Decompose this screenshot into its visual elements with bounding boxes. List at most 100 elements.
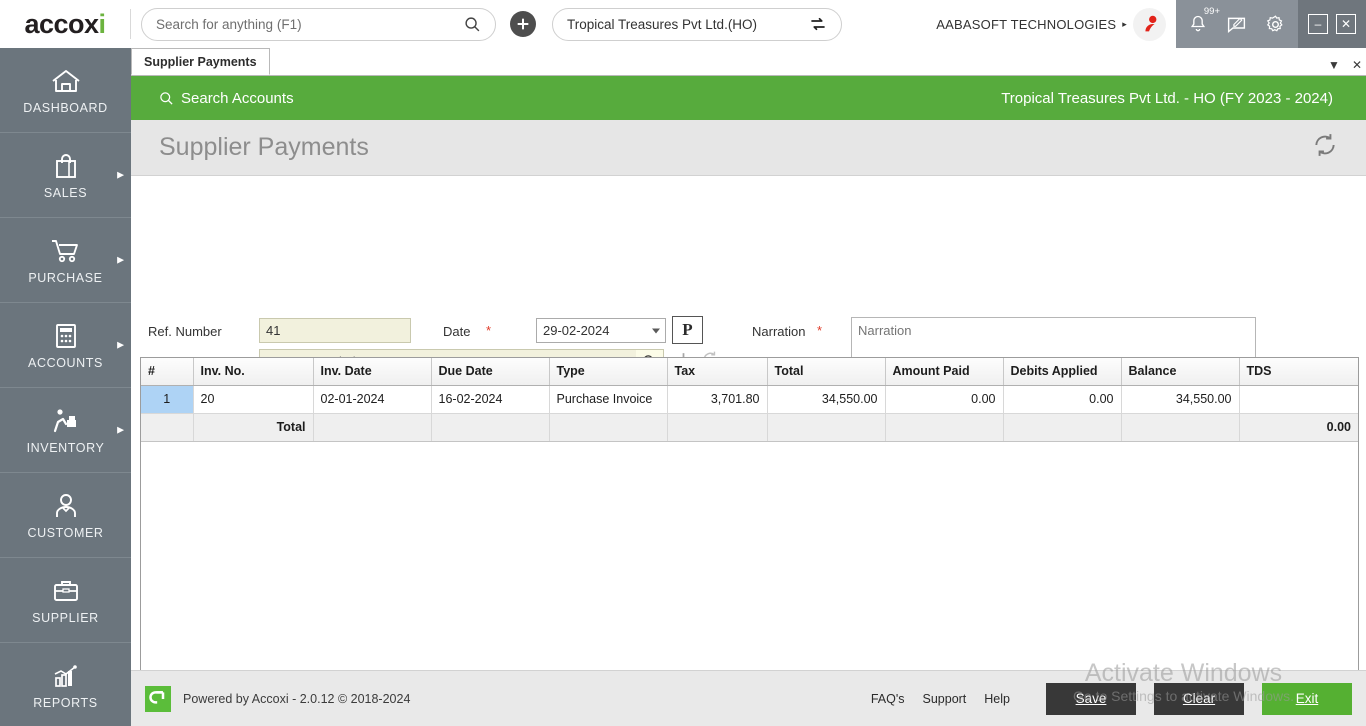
total-type [549,413,667,441]
user-avatar-icon [1139,13,1161,35]
shopping-cart-icon [49,236,83,266]
company-name: AABASOFT TECHNOLOGIES [936,17,1116,32]
col-header-balance[interactable]: Balance [1121,358,1239,385]
date-picker[interactable] [536,318,666,343]
calculator-icon [49,321,83,351]
col-header-total[interactable]: Total [767,358,885,385]
global-search[interactable] [141,8,496,41]
total-amount-paid [885,413,1003,441]
col-header-tds[interactable]: TDS [1239,358,1358,385]
sidebar-item-supplier[interactable]: SUPPLIER [0,558,131,643]
invoice-grid: # Inv. No. Inv. Date Due Date Type Tax T… [140,357,1359,681]
search-icon [159,91,174,106]
footer-bar: Powered by Accoxi - 2.0.12 © 2018-2024 F… [131,670,1366,726]
avatar[interactable] [1133,8,1166,41]
logo-accent: i [99,9,106,40]
faq-link[interactable]: FAQ's [871,692,905,706]
quick-add-button[interactable] [510,11,536,37]
ref-number-label: Ref. Number [148,324,222,339]
gear-icon [1265,14,1286,35]
close-icon[interactable]: ✕ [1352,58,1362,72]
notification-badge: 99+ [1204,6,1220,17]
print-posting-button[interactable]: P [672,316,703,344]
date-input[interactable] [536,318,666,343]
page-title: Supplier Payments [159,133,369,162]
col-header-inv-date[interactable]: Inv. Date [313,358,431,385]
save-button[interactable]: Save [1046,683,1136,715]
exit-button[interactable]: Exit [1262,683,1352,715]
cell-due-date[interactable]: 16-02-2024 [431,385,549,413]
sidebar-item-label: PURCHASE [28,271,102,285]
company-menu[interactable]: AABASOFT TECHNOLOGIES ▸ [936,17,1133,32]
powered-by-label: Powered by Accoxi - 2.0.12 © 2018-2024 [183,692,410,706]
narration-label: Narration [752,324,805,339]
clear-button[interactable]: Clear [1154,683,1244,715]
table-row[interactable]: 1 20 02-01-2024 16-02-2024 Purchase Invo… [141,385,1358,413]
cell-inv-no[interactable]: 20 [193,385,313,413]
clear-button-label: Clear [1183,691,1215,706]
cell-balance[interactable]: 34,550.00 [1121,385,1239,413]
sidebar-item-label: ACCOUNTS [28,356,103,370]
sidebar-item-dashboard[interactable]: DASHBOARD [0,48,131,133]
notifications-button[interactable]: 99+ [1188,14,1208,34]
col-header-amount-paid[interactable]: Amount Paid [885,358,1003,385]
search-input[interactable] [156,17,464,32]
sidebar-item-sales[interactable]: SALES ▶ [0,133,131,218]
cell-total[interactable]: 34,550.00 [767,385,885,413]
search-accounts-button[interactable]: Search Accounts [159,90,294,107]
green-action-bar: Search Accounts Tropical Treasures Pvt L… [131,76,1366,120]
messages-button[interactable] [1226,14,1247,35]
invoice-table: # Inv. No. Inv. Date Due Date Type Tax T… [141,358,1358,442]
col-header-due-date[interactable]: Due Date [431,358,549,385]
cell-inv-date[interactable]: 02-01-2024 [313,385,431,413]
col-header-idx[interactable]: # [141,358,193,385]
date-required-marker: * [486,323,491,338]
minimize-button[interactable]: – [1308,14,1328,34]
arrow-brand-icon [148,689,168,709]
sidebar-item-customer[interactable]: CUSTOMER [0,473,131,558]
tab-strip: Supplier Payments ▼ ✕ [131,48,1366,76]
chevron-right-icon: ▶ [117,425,124,436]
cell-type[interactable]: Purchase Invoice [549,385,667,413]
total-idx [141,413,193,441]
col-header-inv-no[interactable]: Inv. No. [193,358,313,385]
settings-button[interactable] [1265,14,1286,35]
refresh-page-button[interactable] [1312,132,1338,163]
ref-number-input[interactable] [259,318,411,343]
sidebar-item-label: REPORTS [33,696,97,710]
narration-required-marker: * [817,323,822,338]
sidebar-item-inventory[interactable]: INVENTORY ▶ [0,388,131,473]
cell-debits-applied[interactable]: 0.00 [1003,385,1121,413]
close-button[interactable]: ✕ [1336,14,1356,34]
sidebar: DASHBOARD SALES ▶ PURCHASE ▶ ACCOUNTS ▶ [0,48,131,726]
col-header-debits-applied[interactable]: Debits Applied [1003,358,1121,385]
logo-text: accox [24,9,98,40]
shopping-bag-icon [49,151,83,181]
switch-branch-icon[interactable] [809,15,827,33]
sidebar-item-accounts[interactable]: ACCOUNTS ▶ [0,303,131,388]
app-logo: accoxi [0,0,130,48]
sidebar-item-label: CUSTOMER [27,526,103,540]
save-button-label: Save [1076,691,1107,706]
total-debits-applied [1003,413,1121,441]
search-icon [464,16,481,33]
tab-supplier-payments[interactable]: Supplier Payments [131,48,270,75]
cell-amount-paid[interactable]: 0.00 [885,385,1003,413]
print-posting-label: P [682,320,692,340]
branch-selector[interactable]: Tropical Treasures Pvt Ltd.(HO) [552,8,842,41]
chevron-down-icon[interactable]: ▼ [1328,58,1340,72]
help-link[interactable]: Help [984,692,1010,706]
cell-idx: 1 [141,385,193,413]
total-tds: 0.00 [1239,413,1358,441]
sidebar-item-reports[interactable]: REPORTS [0,643,131,726]
total-due-date [431,413,549,441]
col-header-type[interactable]: Type [549,358,667,385]
sidebar-item-purchase[interactable]: PURCHASE ▶ [0,218,131,303]
chevron-right-icon: ▶ [117,255,124,266]
col-header-tax[interactable]: Tax [667,358,767,385]
support-link[interactable]: Support [923,692,967,706]
payment-form: Ref. Number Date * P Supplier * [131,176,1366,336]
cell-tax[interactable]: 3,701.80 [667,385,767,413]
table-header-row: # Inv. No. Inv. Date Due Date Type Tax T… [141,358,1358,385]
cell-tds[interactable] [1239,385,1358,413]
